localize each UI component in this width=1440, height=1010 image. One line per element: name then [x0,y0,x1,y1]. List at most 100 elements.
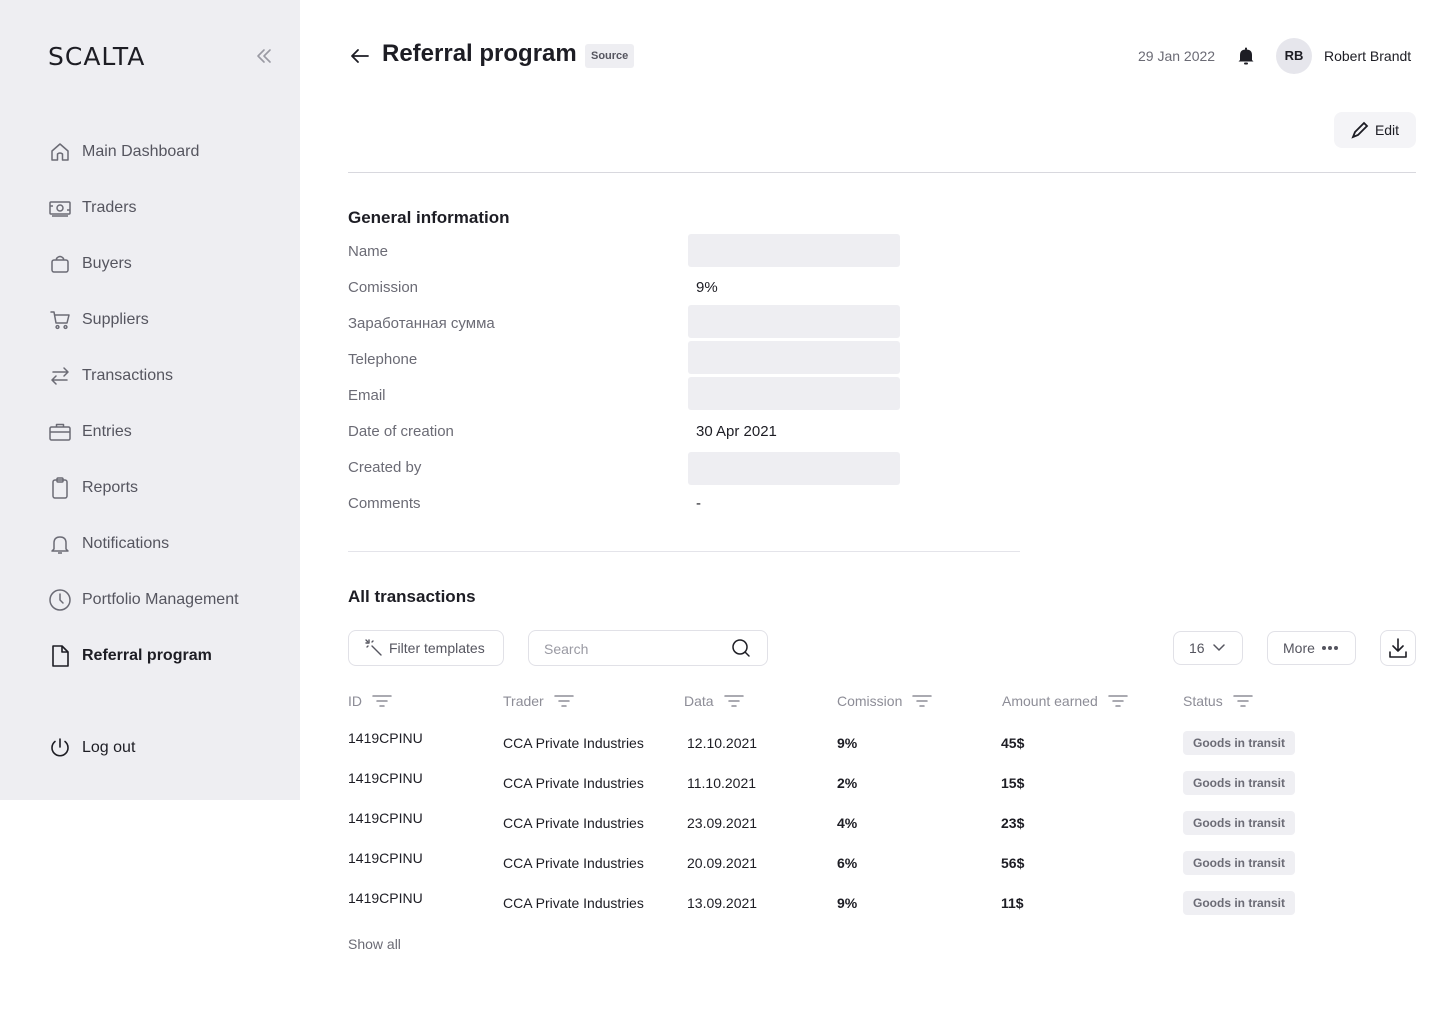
divider [348,551,1020,552]
edit-label: Edit [1374,122,1400,138]
swap-icon [48,364,72,388]
column-header-amount-earned[interactable]: Amount earned [1002,692,1128,710]
column-header-label: Data [684,693,714,709]
cell-commission: 9% [837,735,858,751]
show-all-link[interactable]: Show all [348,936,401,952]
avatar[interactable]: RB [1276,38,1312,74]
app-logo: SCALTA [48,42,146,71]
briefcase-icon [48,420,72,444]
cell-amount: 11$ [1001,895,1024,911]
clipboard-icon [48,476,72,500]
sidebar-item-label: Main Dashboard [82,143,200,160]
filter-icon [1107,695,1128,707]
cell-trader: CCA Private Industries [503,735,644,751]
filter-templates-button[interactable]: Filter templates [348,630,504,666]
status-badge: Goods in transit [1183,731,1296,755]
sidebar-item-reports[interactable]: Reports [48,470,278,506]
cell-amount: 23$ [1001,815,1025,831]
download-button[interactable] [1380,630,1416,666]
cell-commission: 6% [837,855,858,871]
cell-amount: 45$ [1001,735,1025,751]
column-header-label: Amount earned [1002,693,1098,709]
bell-icon [48,532,72,556]
cell-commission: 4% [837,815,858,831]
sidebar-item-label: Suppliers [82,311,149,328]
sidebar: SCALTA Main Dashboard Traders Buyers Sup… [0,0,300,800]
earned-amount-placeholder [688,305,900,338]
commission-label: Comission [348,279,419,296]
more-label: More [1283,640,1315,656]
name-value-placeholder [688,234,900,267]
status-badge: Goods in transit [1183,851,1296,875]
column-header-status[interactable]: Status [1183,692,1253,710]
cell-id: 1419CPINU [348,810,423,826]
page-size-select[interactable]: 16 [1173,631,1243,665]
sidebar-item-label: Portfolio Management [82,591,239,608]
pencil-icon [1351,121,1369,139]
more-button[interactable]: More [1267,631,1356,665]
cell-id: 1419CPINU [348,850,423,866]
sidebar-item-buyers[interactable]: Buyers [48,246,278,282]
date-of-creation-label: Date of creation [348,423,454,440]
column-header-label: Comission [837,693,903,709]
cell-trader: CCA Private Industries [503,895,644,911]
cell-date: 20.09.2021 [687,855,758,871]
logout-button[interactable]: Log out [48,730,135,766]
sidebar-item-referral-program[interactable]: Referral program [48,638,278,674]
sidebar-item-main-dashboard[interactable]: Main Dashboard [48,134,278,170]
status-badge: Goods in transit [1183,891,1296,915]
sidebar-item-entries[interactable]: Entries [48,414,278,450]
general-info-title: General information [348,208,510,227]
name-label: Name [348,243,389,260]
edit-button[interactable]: Edit [1334,112,1416,148]
clock-icon [48,588,72,612]
power-icon [48,736,72,760]
column-header-trader[interactable]: Trader [503,692,574,710]
comments-value: - [696,495,701,512]
ellipsis-icon [1321,646,1338,650]
chevron-down-icon [1212,644,1225,652]
column-header-id[interactable]: ID [348,692,392,710]
cell-commission: 9% [837,895,858,911]
column-header-label: Trader [503,693,544,709]
date-of-creation-value: 30 Apr 2021 [696,423,777,440]
cell-date: 11.10.2021 [687,775,757,791]
sidebar-item-label: Entries [82,423,132,440]
status-badge: Goods in transit [1183,771,1296,795]
search-icon[interactable] [731,638,751,658]
earned-amount-label: Заработанная сумма [348,315,495,332]
sidebar-item-transactions[interactable]: Transactions [48,358,278,394]
sidebar-item-label: Reports [82,479,139,496]
search-input[interactable] [544,640,724,658]
cell-amount: 15$ [1001,775,1025,791]
magic-wand-icon [365,639,382,656]
sidebar-item-label: Notifications [82,535,170,552]
notification-bell-icon[interactable] [1237,46,1255,66]
created-by-label: Created by [348,459,422,476]
commission-value: 9% [696,279,718,296]
cell-id: 1419CPINU [348,890,423,906]
collapse-sidebar-icon[interactable] [254,46,274,66]
sidebar-item-suppliers[interactable]: Suppliers [48,302,278,338]
filter-icon [1232,695,1253,707]
column-header-data[interactable]: Data [684,692,744,710]
column-header-commission[interactable]: Comission [837,692,933,710]
user-name[interactable]: Robert Brandt [1324,48,1411,64]
page-size-value: 16 [1189,640,1205,656]
money-icon [48,196,72,220]
sidebar-item-label: Buyers [82,255,132,272]
filter-icon [912,695,933,707]
filter-templates-label: Filter templates [389,640,485,656]
sidebar-item-label: Transactions [82,367,173,384]
transactions-title: All transactions [348,587,476,606]
created-by-placeholder [688,452,900,485]
cell-date: 12.10.2021 [687,735,758,751]
sidebar-item-traders[interactable]: Traders [48,190,278,226]
cell-amount: 56$ [1001,855,1025,871]
back-arrow-icon[interactable] [348,44,372,68]
sidebar-item-notifications[interactable]: Notifications [48,526,278,562]
sidebar-item-label: Referral program [82,647,212,664]
cell-date: 13.09.2021 [687,895,758,911]
sidebar-item-portfolio-management[interactable]: Portfolio Management [48,582,278,618]
cell-trader: CCA Private Industries [503,855,644,871]
